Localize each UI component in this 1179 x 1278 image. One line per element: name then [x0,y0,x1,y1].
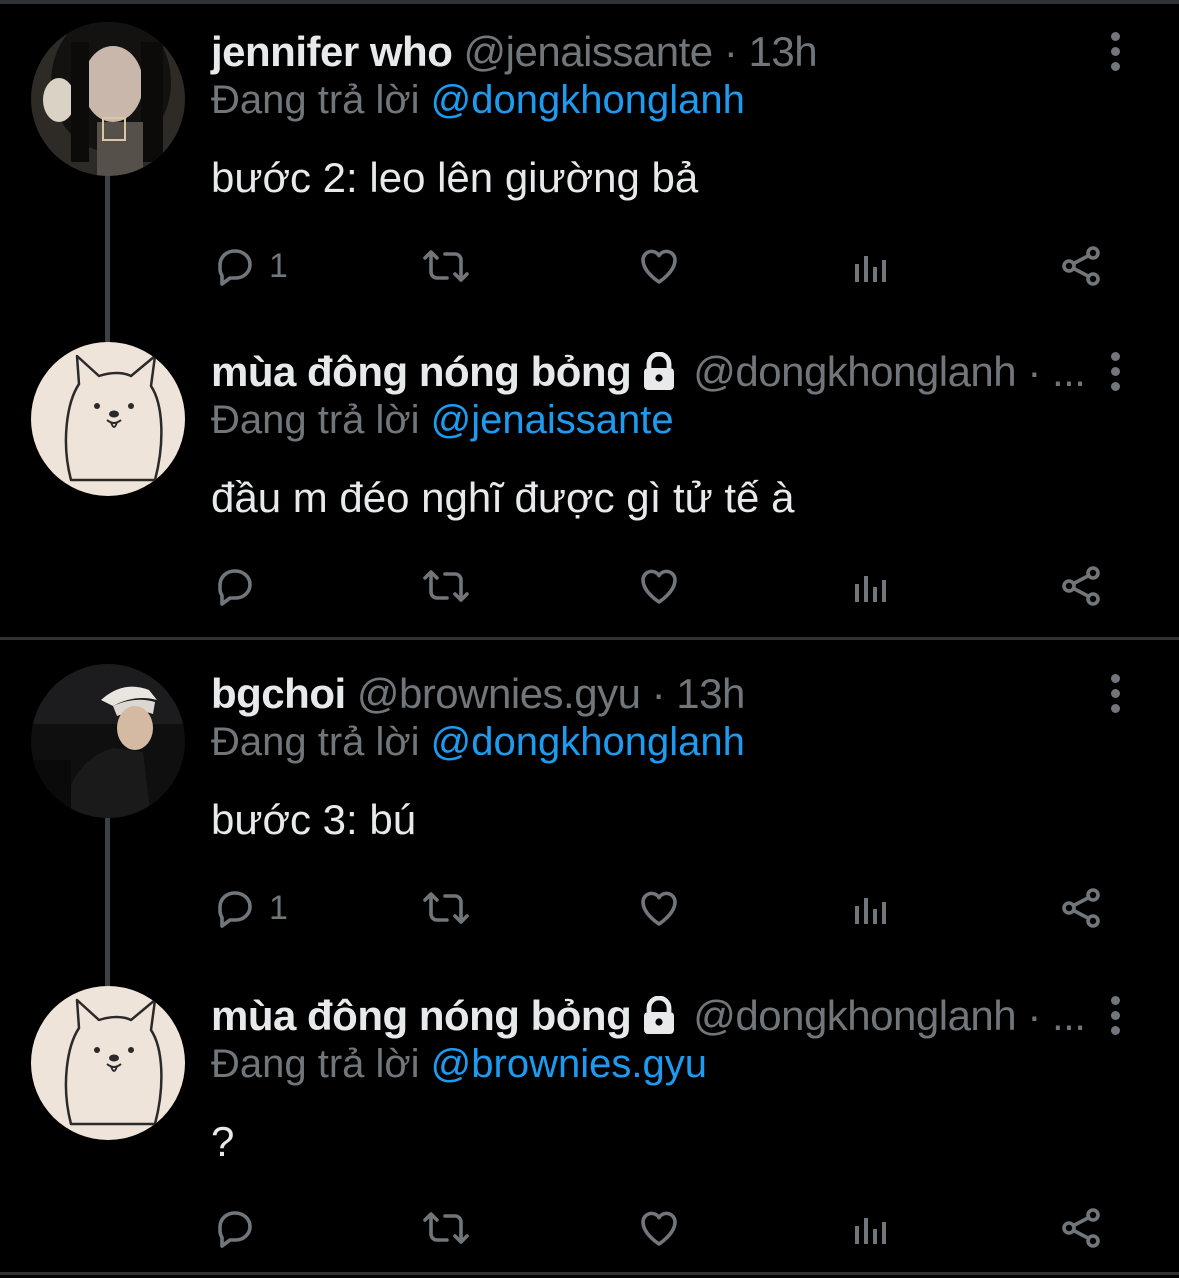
top-divider [0,0,1179,4]
retweet-button[interactable] [419,1196,473,1260]
heart-icon [641,891,677,926]
retweet-icon [423,892,469,924]
display-name[interactable]: mùa đông nóng bỏng [211,992,632,1039]
reply-button[interactable] [211,554,269,618]
share-button[interactable] [1057,1196,1105,1260]
thread-line [105,172,110,362]
tweet-actions: 1 [211,234,1111,304]
avatar[interactable] [31,22,185,176]
share-icon [1062,1208,1100,1248]
share-icon [1062,888,1100,928]
handle-and-time[interactable]: @brownies.gyu · 13h [357,670,746,717]
share-button[interactable] [1057,234,1105,298]
more-options-icon[interactable] [1104,352,1126,402]
reply-mention-link[interactable]: @jenaissante [431,398,674,442]
reply-icon [218,249,252,286]
retweet-button[interactable] [419,234,473,298]
handle-and-time[interactable]: @jenaissante · 13h [464,28,818,75]
reply-context: Đang trả lời @dongkhonglanh [211,714,745,770]
reply-count: 1 [269,247,288,285]
views-icon [855,256,886,282]
share-icon [1062,566,1100,606]
avatar[interactable] [31,342,185,496]
share-icon [1062,246,1100,286]
reply-context: Đang trả lời @brownies.gyu [211,1036,707,1092]
views-button[interactable] [847,234,895,298]
display-name[interactable]: bgchoi [211,670,346,717]
retweet-button[interactable] [419,554,473,618]
views-button[interactable] [847,876,895,940]
tweet-actions [211,1196,1111,1266]
tweet[interactable]: mùa đông nóng bỏng @dongkhonglanh · ... Đ… [0,342,1179,632]
like-button[interactable] [635,234,683,298]
heart-icon [641,1211,677,1246]
reply-prefix: Đang trả lời [211,398,420,442]
retweet-icon [423,250,469,282]
reply-mention-link[interactable]: @dongkhonglanh [431,720,745,764]
retweet-icon [423,1212,469,1244]
tweet-text: đầu m đéo nghĩ được gì tử tế à [211,474,795,521]
views-button[interactable] [847,554,895,618]
more-options-icon[interactable] [1104,32,1126,82]
display-name[interactable]: jennifer who [211,28,453,75]
thread-divider [0,637,1179,640]
display-name[interactable]: mùa đông nóng bỏng [211,348,632,395]
reply-icon [218,1211,252,1248]
views-button[interactable] [847,1196,895,1260]
share-button[interactable] [1057,554,1105,618]
tweet-actions [211,554,1111,624]
more-options-icon[interactable] [1104,674,1126,724]
reply-icon [218,569,252,606]
thread-line [105,814,110,1004]
tweet[interactable]: mùa đông nóng bỏng @dongkhonglanh · ... Đ… [0,986,1179,1270]
reply-prefix: Đang trả lời [211,720,420,764]
reply-mention-link[interactable]: @dongkhonglanh [431,78,745,122]
reply-count: 1 [269,889,288,927]
reply-button[interactable] [211,1196,269,1260]
reply-context: Đang trả lời @jenaissante [211,392,674,448]
reply-prefix: Đang trả lời [211,78,420,122]
retweet-button[interactable] [419,876,473,940]
reply-mention-link[interactable]: @brownies.gyu [431,1042,707,1086]
bottom-divider [0,1272,1179,1275]
like-button[interactable] [635,876,683,940]
handle-and-time[interactable]: @dongkhonglanh · ... [693,992,1086,1039]
handle-and-time[interactable]: @dongkhonglanh · ... [693,348,1086,395]
views-icon [855,1218,886,1244]
like-button[interactable] [635,1196,683,1260]
tweet[interactable]: jennifer who @jenaissante · 13h Đang trả… [0,22,1179,362]
reply-icon [218,891,252,928]
avatar[interactable] [31,664,185,818]
share-button[interactable] [1057,876,1105,940]
more-options-icon[interactable] [1104,996,1126,1046]
heart-icon [641,569,677,604]
tweet-text: bước 3: bú [211,796,417,843]
tweet[interactable]: bgchoi @brownies.gyu · 13h Đang trả lời … [0,664,1179,1004]
views-icon [855,576,886,602]
like-button[interactable] [635,554,683,618]
tweet-text: ? [211,1118,235,1165]
reply-prefix: Đang trả lời [211,1042,420,1086]
tweet-actions: 1 [211,876,1111,946]
reply-button[interactable]: 1 [211,234,288,298]
avatar[interactable] [31,986,185,1140]
views-icon [855,898,886,924]
heart-icon [641,249,677,284]
reply-button[interactable]: 1 [211,876,288,940]
tweet-text: bước 2: leo lên giường bả [211,154,699,201]
retweet-icon [423,570,469,602]
reply-context: Đang trả lời @dongkhonglanh [211,72,745,128]
